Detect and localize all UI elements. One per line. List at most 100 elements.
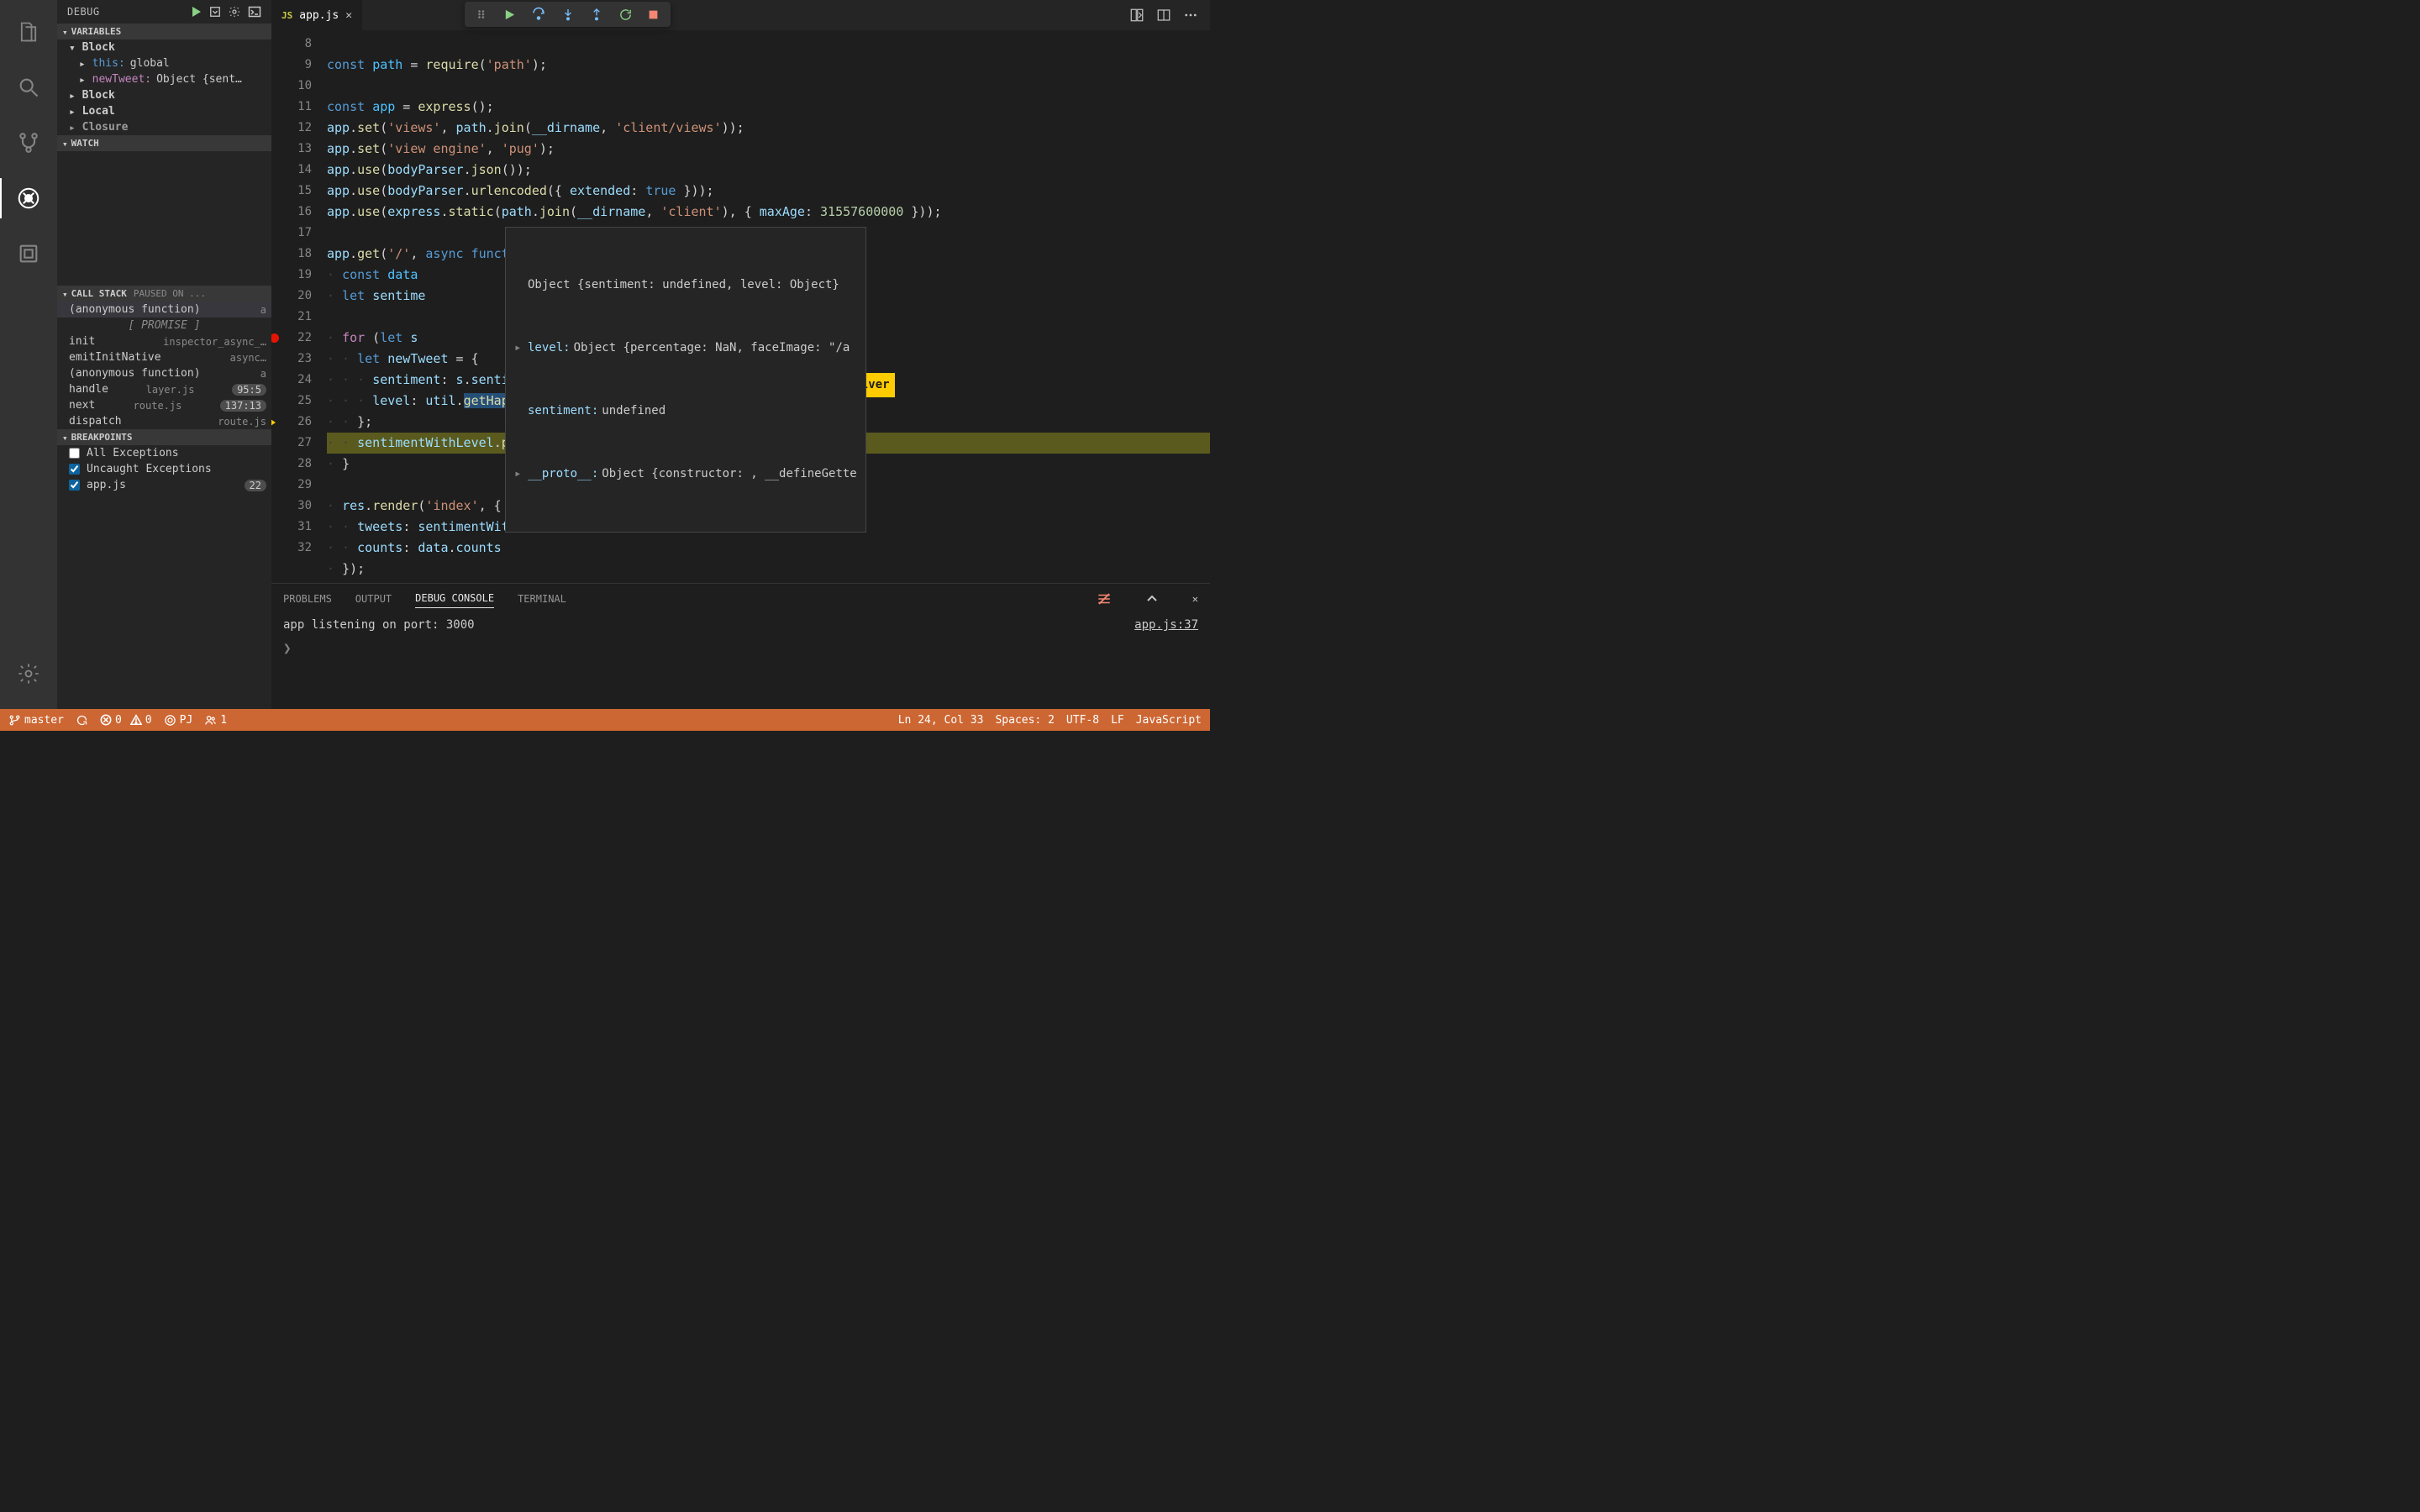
variables-section-header[interactable]: ▾ VARIABLES [57,24,271,39]
sync-status[interactable] [76,714,88,727]
console-input[interactable]: ❯ [271,637,1210,659]
more-actions-icon[interactable] [1183,8,1198,23]
close-panel-icon[interactable]: ✕ [1192,593,1198,605]
close-tab-icon[interactable]: ✕ [345,9,352,22]
panel-tabs: PROBLEMS OUTPUT DEBUG CONSOLE TERMINAL ✕ [271,584,1210,613]
drag-handle-icon[interactable] [476,8,488,20]
indentation-status[interactable]: Spaces: 2 [995,714,1054,727]
chevron-right-icon: ▸ [79,74,92,87]
chevron-right-icon[interactable]: ▸ [514,464,524,485]
debug-hover-tooltip[interactable]: Object {sentiment: undefined, level: Obj… [505,227,866,533]
liveshare-status[interactable]: PJ [164,714,193,727]
tab-bar: JS app.js ✕ [271,0,1210,30]
callstack-frame[interactable]: dispatch route.js [57,413,271,429]
callstack-section-header[interactable]: ▾ CALL STACK PAUSED ON ... [57,286,271,302]
debug-console-icon[interactable] [248,5,261,18]
breakpoint-checkbox[interactable] [69,448,80,459]
breakpoint-item[interactable]: Uncaught Exceptions [57,461,271,477]
code-editor[interactable]: 8910111213141516171819202122232425262728… [271,30,1210,583]
breakpoint-item[interactable]: All Exceptions [57,445,271,461]
debug-config-dropdown-icon[interactable] [209,6,221,18]
console-output: app listening on port: 3000 [283,618,475,632]
breakpoints-section-header[interactable]: ▾ BREAKPOINTS [57,429,271,445]
panel-tab-debug-console[interactable]: DEBUG CONSOLE [415,589,494,608]
chevron-right-icon: ▸ [69,90,82,102]
breakpoint-checkbox[interactable] [69,480,80,491]
variables-scope-closure[interactable]: ▸ Closure [57,119,271,135]
explorer-icon[interactable] [8,12,49,52]
stop-button[interactable] [648,9,659,20]
encoding-status[interactable]: UTF-8 [1066,714,1099,727]
breakpoint-checkbox[interactable] [69,464,80,475]
variables-scope-block[interactable]: ▸ Block [57,87,271,103]
settings-gear-icon[interactable] [8,654,49,694]
sidebar-title: DEBUG [67,6,182,18]
prompt-chevron-icon: ❯ [283,640,292,656]
git-branch-status[interactable]: master [8,714,64,727]
callstack-frame[interactable]: next route.js 137:13 [57,397,271,413]
restart-button[interactable] [618,8,633,22]
callstack-status: PAUSED ON ... [134,288,206,299]
start-debug-icon[interactable] [189,5,203,18]
line-gutter[interactable]: 8910111213141516171819202122232425262728… [271,30,327,583]
variable-item[interactable]: ▸ this: global [57,55,271,71]
variable-item[interactable]: ▸ newTweet: Object {sent… [57,71,271,87]
chevron-down-icon: ▾ [62,27,68,38]
watch-body [57,151,271,286]
callstack-frame[interactable]: handle layer.js 95:5 [57,381,271,397]
breakpoints-label: BREAKPOINTS [71,432,133,443]
gear-icon[interactable] [228,5,241,18]
breakpoint-item[interactable]: app.js 22 [57,477,271,493]
code-content[interactable]: const path = require('path'); const app … [327,30,1210,583]
debug-icon[interactable] [8,178,49,218]
tab-filename: app.js [299,9,339,22]
watch-label: WATCH [71,138,99,149]
callstack-label: CALL STACK [71,288,127,299]
chevron-right-icon: ▸ [79,58,92,71]
compare-icon[interactable] [1129,8,1144,23]
callstack-frame[interactable]: init inspector_async_… [57,333,271,349]
panel-tab-terminal[interactable]: TERMINAL [518,590,566,608]
panel-tab-output[interactable]: OUTPUT [355,590,392,608]
variables-scope-local[interactable]: ▸ Local [57,103,271,119]
variables-label: VARIABLES [71,26,122,37]
continue-button[interactable] [503,8,516,21]
eol-status[interactable]: LF [1111,714,1124,727]
git-icon[interactable] [8,123,49,163]
errors-warnings-status[interactable]: 0 0 [100,714,152,727]
language-mode-status[interactable]: JavaScript [1136,714,1202,727]
status-bar: master 0 0 PJ 1 Ln 24, Col 33 Spaces: 2 … [0,709,1210,731]
bottom-panel: PROBLEMS OUTPUT DEBUG CONSOLE TERMINAL ✕… [271,583,1210,709]
split-editor-icon[interactable] [1156,8,1171,23]
step-over-button[interactable] [531,7,546,22]
chevron-down-icon: ▾ [62,433,68,444]
activity-bar [0,0,57,709]
collapse-panel-icon[interactable] [1145,592,1159,606]
watch-section-header[interactable]: ▾ WATCH [57,135,271,151]
chevron-right-icon: ▸ [69,106,82,118]
editor-tab[interactable]: JS app.js ✕ [271,0,362,30]
search-icon[interactable] [8,67,49,108]
chevron-down-icon: ▾ [62,139,68,150]
debug-toolbar[interactable] [465,2,671,27]
js-file-icon: JS [281,10,292,21]
step-into-button[interactable] [561,8,575,21]
chevron-right-icon: ▸ [69,122,82,134]
clear-console-icon[interactable] [1097,591,1112,606]
chevron-down-icon: ▾ [69,42,82,55]
sidebar-header: DEBUG [57,0,271,24]
console-source-link[interactable]: app.js:37 [1134,618,1198,632]
cursor-position-status[interactable]: Ln 24, Col 33 [898,714,984,727]
editor-column: JS app.js ✕ [271,0,1210,709]
debug-sidebar: DEBUG ▾ VARIABLES ▾ Block ▸ [57,0,271,709]
callstack-frame[interactable]: emitInitNative async… [57,349,271,365]
liveshare-icon[interactable] [8,234,49,274]
panel-tab-problems[interactable]: PROBLEMS [283,590,332,608]
callstack-frame[interactable]: (anonymous function) a [57,365,271,381]
callstack-promise-marker: [ PROMISE ] [57,318,271,333]
chevron-right-icon[interactable]: ▸ [514,338,524,359]
callstack-frame[interactable]: (anonymous function) a [57,302,271,318]
variables-scope-block[interactable]: ▾ Block [57,39,271,55]
step-out-button[interactable] [590,8,603,21]
participants-status[interactable]: 1 [204,714,227,727]
